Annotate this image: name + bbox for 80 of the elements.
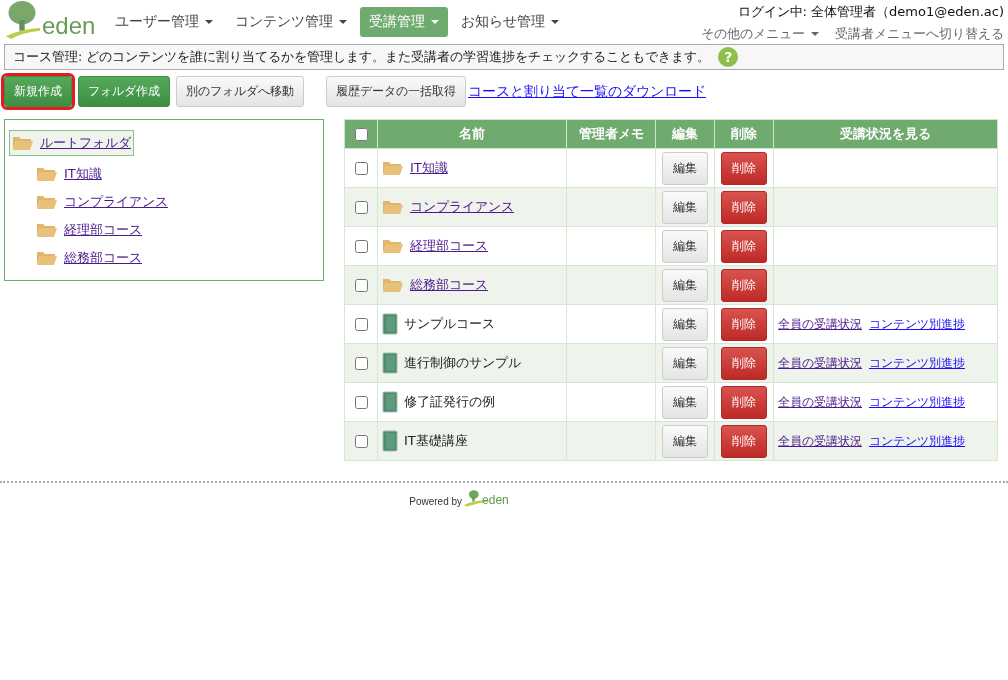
folder-icon (12, 135, 34, 151)
tree-item[interactable]: 経理部コース (33, 220, 145, 240)
book-icon (382, 313, 398, 335)
row-checkbox[interactable] (355, 317, 368, 331)
edit-button[interactable]: 編集 (662, 346, 708, 380)
edit-button[interactable]: 編集 (662, 424, 708, 458)
progress-link[interactable]: コンテンツ別進捗 (869, 393, 965, 411)
row-checkbox[interactable] (355, 395, 368, 409)
caret-icon (551, 20, 559, 24)
powered-by-text: Powered by (409, 496, 463, 507)
delete-button[interactable]: 削除 (721, 268, 767, 302)
folder-icon (382, 277, 404, 293)
description-text: コース管理: どのコンテンツを誰に割り当てるかを管理します。また受講者の学習進捗をチェックすることもできます。 (13, 48, 711, 66)
edit-button[interactable]: 編集 (662, 385, 708, 419)
edit-button[interactable]: 編集 (662, 268, 708, 302)
folder-icon (36, 250, 58, 266)
folder-icon (382, 238, 404, 254)
folder-link[interactable]: 総務部コース (410, 276, 488, 294)
row-checkbox[interactable] (355, 200, 368, 214)
course-name: サンプルコース (404, 315, 495, 333)
caret-icon (205, 20, 213, 24)
folder-icon (36, 166, 58, 182)
folder-icon (36, 222, 58, 238)
edit-button[interactable]: 編集 (662, 307, 708, 341)
folder-icon (382, 160, 404, 176)
tree-item[interactable]: IT知識 (33, 164, 105, 184)
row-checkbox[interactable] (355, 278, 368, 292)
delete-button[interactable]: 削除 (721, 229, 767, 263)
tree-item[interactable]: コンプライアンス (33, 192, 171, 212)
tree-item[interactable]: ルートフォルダ (9, 130, 134, 156)
progress-link[interactable]: コンテンツ別進捗 (869, 354, 965, 372)
delete-button[interactable]: 削除 (721, 190, 767, 224)
book-icon (382, 391, 398, 413)
select-all-checkbox[interactable] (355, 127, 368, 141)
tree-item[interactable]: 総務部コース (33, 248, 145, 268)
delete-button[interactable]: 削除 (721, 346, 767, 380)
nav-menu[interactable]: お知らせ管理 (452, 7, 568, 37)
course-name: 進行制御のサンプル (404, 354, 521, 372)
column-header: 名前 (377, 119, 567, 149)
progress-link[interactable]: コンテンツ別進捗 (869, 432, 965, 450)
login-status: ログイン中: 全体管理者（demo1@eden.ac) (737, 3, 1004, 21)
column-header: 管理者メモ (566, 119, 656, 149)
toolbar-button[interactable]: 履歴データの一括取得 (326, 76, 466, 107)
folder-link[interactable]: 経理部コース (410, 237, 488, 255)
book-icon (382, 430, 398, 452)
nav-menu[interactable]: コンテンツ管理 (226, 7, 356, 37)
delete-button[interactable]: 削除 (721, 424, 767, 458)
progress-link[interactable]: コンテンツ別進捗 (869, 315, 965, 333)
caret-icon (339, 20, 347, 24)
edit-button[interactable]: 編集 (662, 151, 708, 185)
column-header: 編集 (655, 119, 715, 149)
folder-link[interactable]: IT知識 (410, 159, 448, 177)
caret-icon (431, 20, 439, 24)
row-checkbox[interactable] (355, 356, 368, 370)
delete-button[interactable]: 削除 (721, 385, 767, 419)
course-name: 修了証発行の例 (404, 393, 495, 411)
switch-menu-link[interactable]: 受講者メニューへ切り替える (835, 25, 1004, 43)
folder-icon (36, 194, 58, 210)
caret-icon (811, 32, 819, 36)
column-header: 削除 (714, 119, 774, 149)
eden-logo: eden (464, 489, 509, 507)
edit-button[interactable]: 編集 (662, 190, 708, 224)
progress-link[interactable]: 全員の受講状況 (778, 315, 862, 333)
row-checkbox[interactable] (355, 161, 368, 175)
row-checkbox[interactable] (355, 239, 368, 253)
delete-button[interactable]: 削除 (721, 151, 767, 185)
toolbar-button[interactable]: 別のフォルダへ移動 (176, 76, 304, 107)
other-menu[interactable]: その他のメニュー (701, 25, 819, 43)
book-icon (382, 352, 398, 374)
delete-button[interactable]: 削除 (721, 307, 767, 341)
folder-icon (382, 199, 404, 215)
download-link[interactable]: コースと割り当て一覧のダウンロード (468, 82, 706, 101)
row-checkbox[interactable] (355, 434, 368, 448)
progress-link[interactable]: 全員の受講状況 (778, 354, 862, 372)
course-name: IT基礎講座 (404, 432, 468, 450)
progress-link[interactable]: 全員の受講状況 (778, 393, 862, 411)
edit-button[interactable]: 編集 (662, 229, 708, 263)
nav-menu[interactable]: ユーザー管理 (106, 7, 222, 37)
progress-link[interactable]: 全員の受講状況 (778, 432, 862, 450)
column-header: 受講状況を見る (773, 119, 998, 149)
